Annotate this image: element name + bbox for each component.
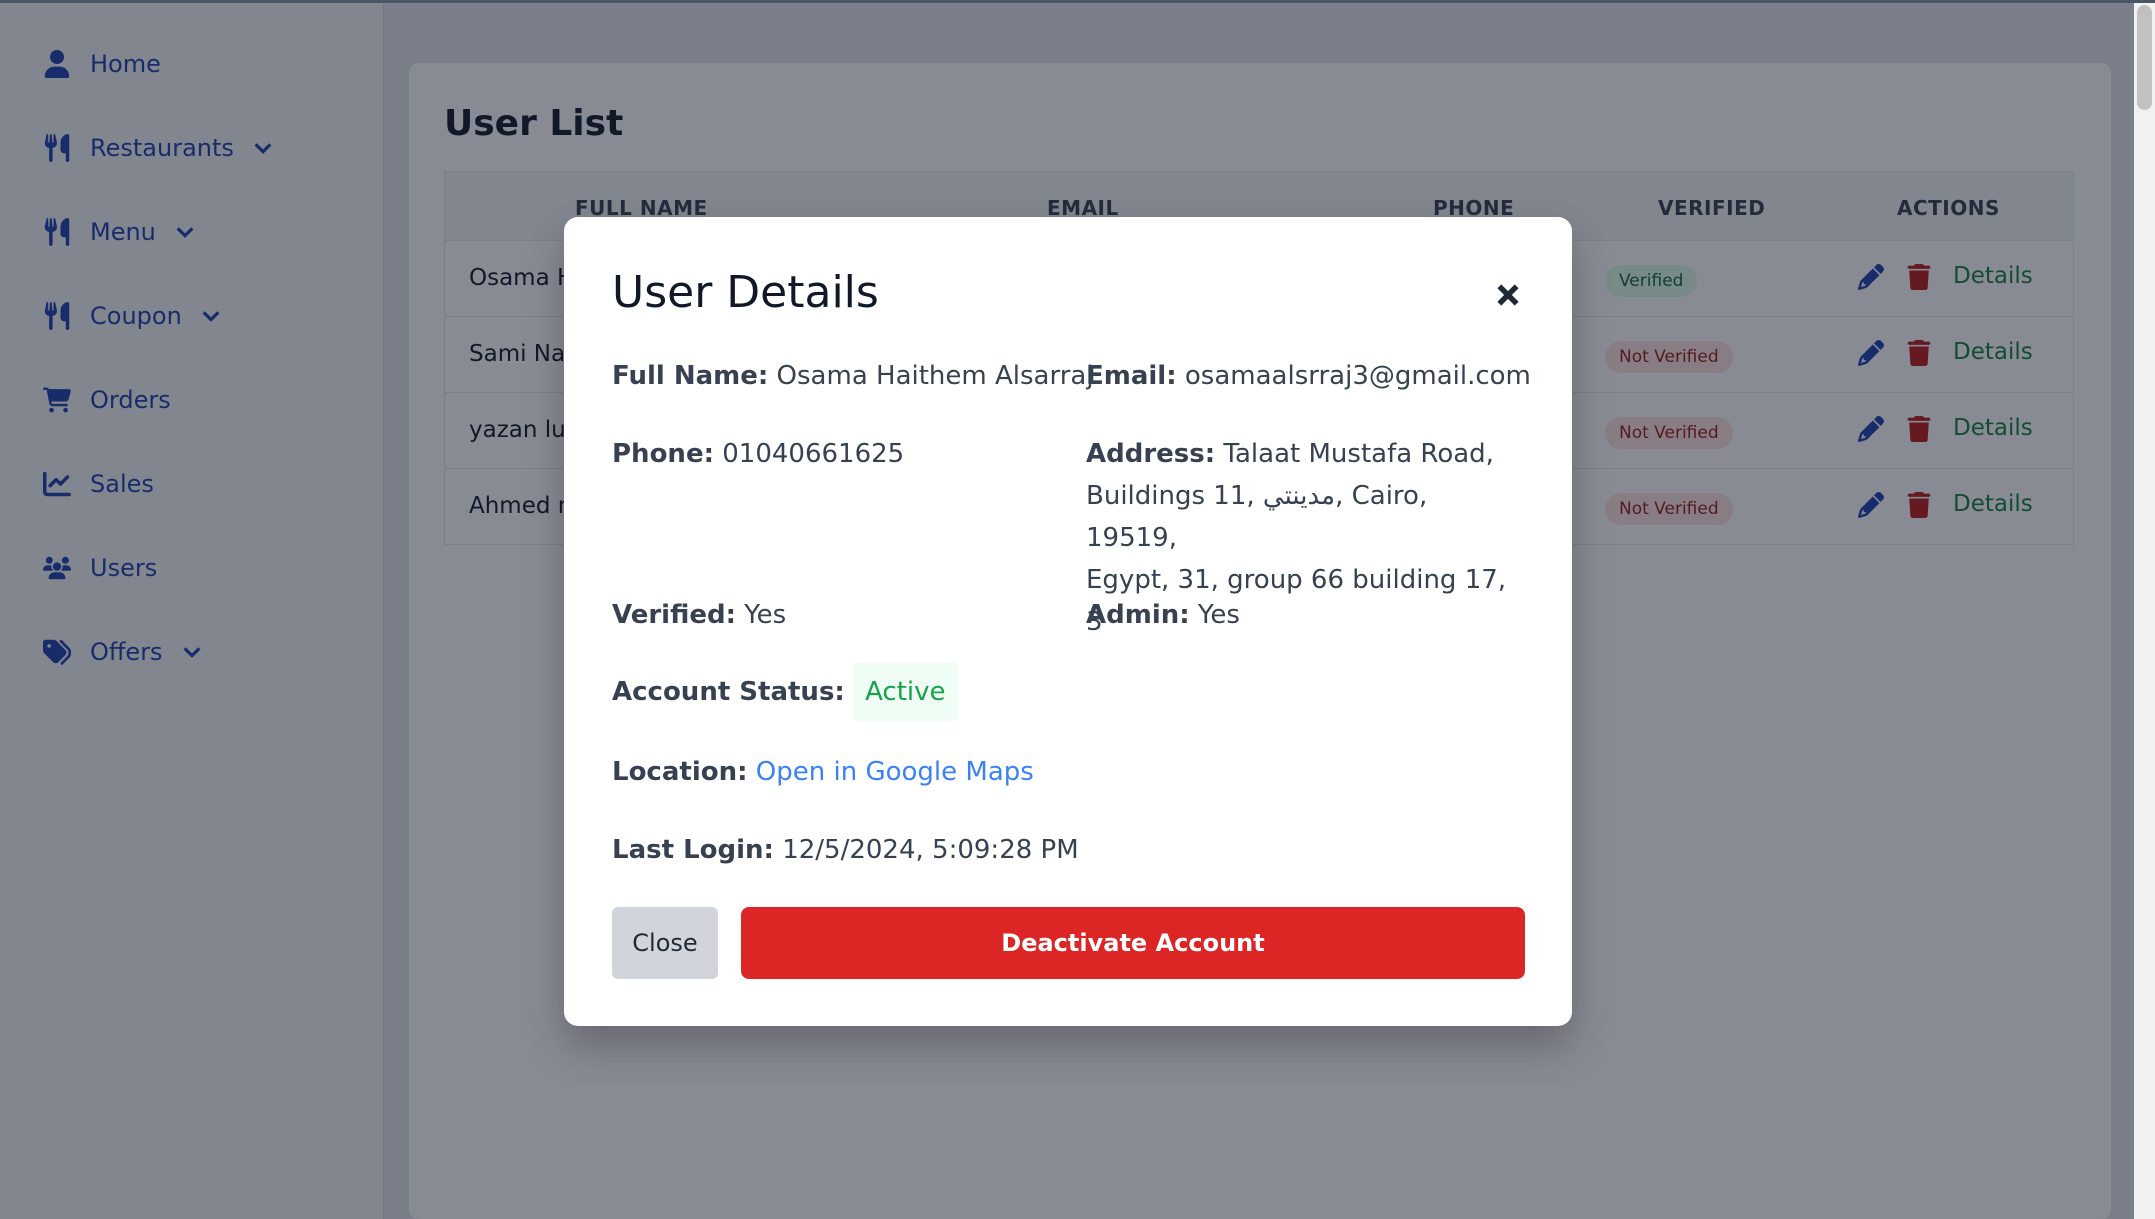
admin-value: Yes (1197, 600, 1240, 630)
account-status-label: Account Status: (612, 677, 845, 707)
email-value: osamaalsrraj3@gmail.com (1184, 361, 1531, 391)
google-maps-link[interactable]: Open in Google Maps (756, 757, 1034, 787)
address-line-1: Talaat Mustafa Road, (1223, 439, 1494, 469)
location-field: Location: Open in Google Maps (612, 751, 1034, 793)
last-login-label: Last Login: (612, 835, 774, 865)
full-name-label: Full Name: (612, 361, 769, 391)
page-scrollbar[interactable] (2134, 0, 2155, 1219)
admin-field: Admin: Yes (1086, 594, 1240, 636)
phone-field: Phone: 01040661625 (612, 433, 904, 475)
last-login-value: 12/5/2024, 5:09:28 PM (782, 835, 1079, 865)
phone-label: Phone: (612, 439, 714, 469)
deactivate-account-button[interactable]: Deactivate Account (741, 907, 1525, 979)
address-line-2: Buildings 11, مدينتي, Cairo, 19519, (1086, 481, 1428, 553)
user-details-modal: User Details Full Name: Osama Haithem Al… (564, 217, 1572, 1026)
verified-label: Verified: (612, 600, 736, 630)
location-label: Location: (612, 757, 748, 787)
full-name-value: Osama Haithem Alsarraj (776, 361, 1094, 391)
close-button[interactable]: Close (612, 907, 718, 979)
verified-value: Yes (744, 600, 787, 630)
verified-field: Verified: Yes (612, 594, 786, 636)
address-label: Address: (1086, 439, 1216, 469)
phone-value: 01040661625 (722, 439, 905, 469)
full-name-field: Full Name: Osama Haithem Alsarraj (612, 355, 1094, 397)
modal-title: User Details (612, 267, 879, 318)
close-icon[interactable] (1490, 277, 1526, 313)
window-top-border (0, 0, 2155, 3)
email-label: Email: (1086, 361, 1177, 391)
status-badge: Active (853, 663, 958, 721)
admin-label: Admin: (1086, 600, 1190, 630)
scrollbar-thumb[interactable] (2137, 5, 2152, 110)
email-field: Email: osamaalsrraj3@gmail.com (1086, 355, 1531, 397)
account-status-field: Account Status: Active (612, 663, 958, 721)
last-login-field: Last Login: 12/5/2024, 5:09:28 PM (612, 829, 1079, 871)
